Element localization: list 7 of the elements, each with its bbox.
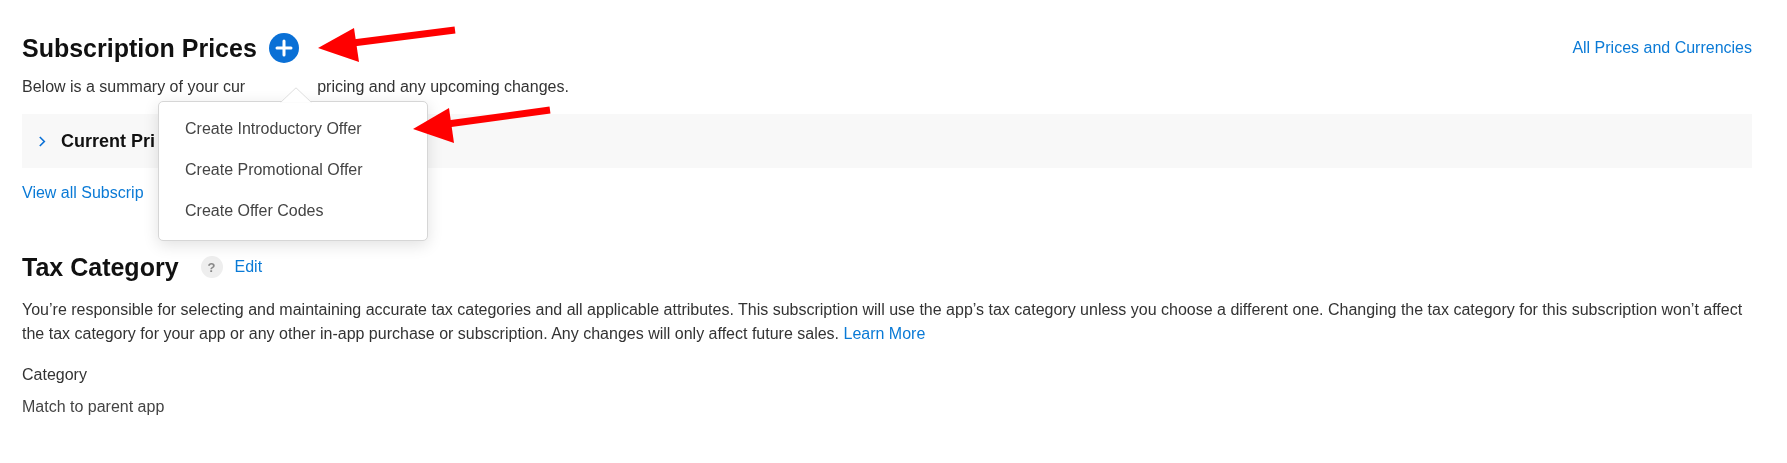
tax-description: You’re responsible for selecting and maintaining accurate tax categories and all applicable attributes. This subscription will use the app’s tax category unless you choose a different one. Changing the tax category for this subscription won’t affect the tax category for your app or any other in-app purchase or subscription. Any changes will only affect future sales. Learn More <box>22 300 1744 344</box>
description-text: Below is a summary of your cur <box>22 78 246 96</box>
section-title: Subscription Prices <box>22 33 257 63</box>
description-text: pricing and any upcoming changes. <box>317 78 569 96</box>
field-label: Category <box>22 366 88 384</box>
section-title: Tax Category <box>22 252 179 282</box>
field-value: Match to parent app <box>22 398 166 416</box>
